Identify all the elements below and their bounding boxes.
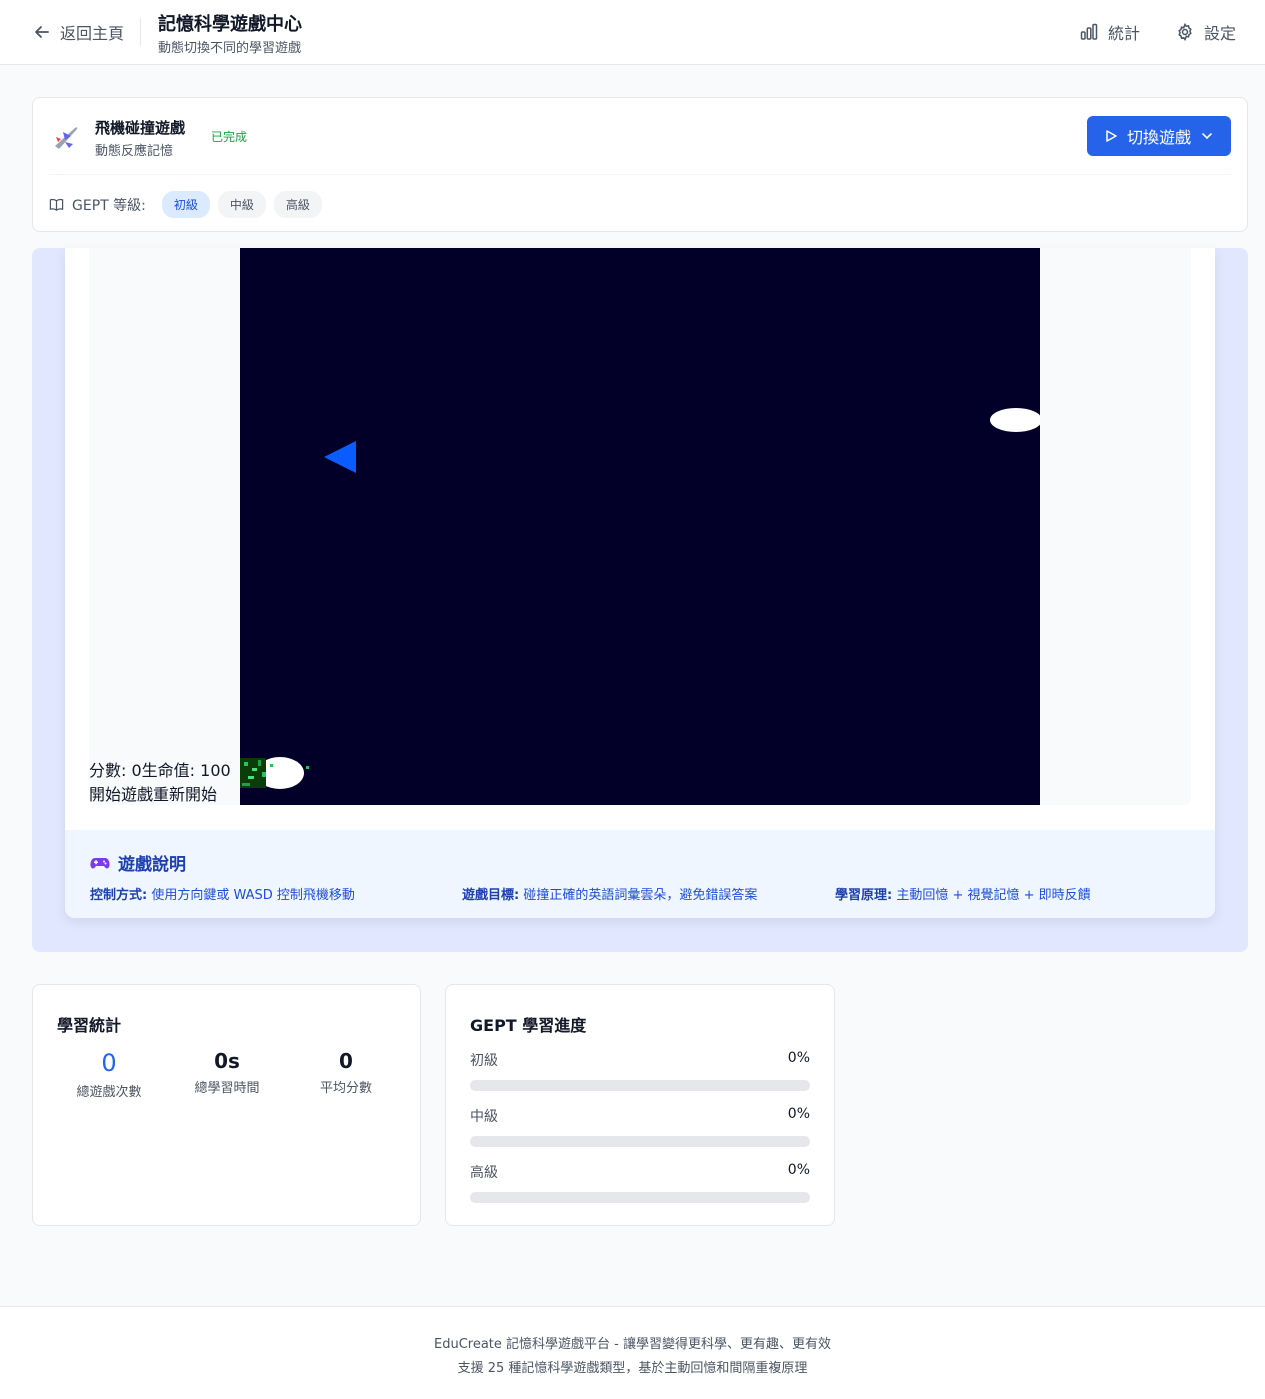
game-scene	[240, 408, 1040, 789]
header-divider	[140, 18, 141, 46]
gept-level-selector: GEPT 等級: 初級 中級 高級	[49, 191, 330, 218]
goal-text: 碰撞正確的英語詞彙雲朵，避免錯誤答案	[523, 888, 758, 903]
learning-stats-card: 學習統計 0 總遊戲次數 0s 總學習時間 0 平均分數	[32, 984, 421, 1226]
arrow-left-icon	[35, 26, 49, 38]
game-canvas[interactable]	[240, 248, 1040, 805]
stats-button[interactable]: 統計	[1080, 20, 1140, 44]
footer-description: 支援 25 種記憶科學遊戲類型，基於主動回憶和間隔重複原理	[457, 1361, 808, 1376]
principle-text: 主動回憶 + 視覺記憶 + 即時反饋	[896, 888, 1091, 903]
explosion-sprite	[240, 757, 309, 789]
stat-label: 平均分數	[319, 1081, 372, 1096]
stat-label: 總遊戲次數	[76, 1085, 142, 1100]
game-info-card: 飛機碰撞遊戲 動態反應記憶 已完成 切換遊戲 GEPT 等級: 初級 中級 高級	[32, 97, 1248, 232]
footer-tagline: EduCreate 記憶科學遊戲平台 - 讓學習變得更科學、更有趣、更有效	[434, 1337, 831, 1352]
settings-button[interactable]: 設定	[1176, 20, 1236, 44]
player-airplane	[324, 441, 356, 473]
gept-progress-title: GEPT 學習進度	[470, 1016, 587, 1035]
page-title: 記憶科學遊戲中心	[158, 14, 302, 35]
progress-row-advanced: 高級 0%	[470, 1162, 810, 1203]
level-pill-intermediate[interactable]: 中級	[217, 191, 266, 218]
card-divider	[49, 174, 1231, 175]
status-badge: 已完成	[211, 130, 248, 144]
stat-total-time: 0s 總學習時間	[172, 1049, 282, 1096]
gept-label-text: GEPT 等級:	[72, 197, 146, 214]
game-panel: 分數: 0生命值: 100 開始遊戲重新開始 遊戲說明 控制方式: 使用方向鍵或…	[65, 248, 1215, 918]
top-header: 返回主頁 記憶科學遊戲中心 動態切換不同的學習遊戲 統計 設定	[0, 0, 1265, 65]
level-pill-advanced[interactable]: 高級	[273, 191, 322, 218]
instructions-title: 遊戲說明	[90, 850, 186, 875]
progress-row-intermediate: 中級 0%	[470, 1106, 810, 1147]
progress-label: 初級	[470, 1053, 498, 1069]
progress-label: 高級	[470, 1165, 498, 1181]
gept-label: GEPT 等級:	[49, 195, 146, 215]
game-instructions: 遊戲說明 控制方式: 使用方向鍵或 WASD 控制飛機移動 遊戲目標: 碰撞正確…	[65, 830, 1215, 918]
progress-label: 中級	[470, 1109, 498, 1125]
restart-game-button[interactable]: 重新開始	[153, 785, 217, 804]
progress-percent: 0%	[787, 1162, 810, 1178]
progress-bar	[470, 1136, 810, 1147]
airplane-icon	[55, 127, 78, 149]
game-name: 飛機碰撞遊戲	[95, 119, 186, 137]
switch-game-button[interactable]: 切換遊戲	[1087, 116, 1231, 156]
game-stage: 分數: 0生命值: 100 開始遊戲重新開始	[89, 248, 1191, 805]
instruction-principle: 學習原理: 主動回憶 + 視覺記憶 + 即時反饋	[835, 884, 1091, 903]
goal-label: 遊戲目標:	[462, 888, 520, 903]
gamepad-icon	[90, 857, 110, 868]
instruction-goal: 遊戲目標: 碰撞正確的英語詞彙雲朵，避免錯誤答案	[462, 884, 757, 903]
stat-value: 0	[339, 1049, 353, 1073]
control-label: 控制方式:	[90, 888, 148, 903]
progress-bar	[470, 1192, 810, 1203]
stat-average-score: 0 平均分數	[291, 1049, 401, 1096]
chevron-down-icon	[1202, 133, 1212, 140]
stat-label: 總學習時間	[194, 1081, 260, 1096]
score-text: 分數: 0	[89, 761, 142, 780]
game-hud: 分數: 0生命值: 100 開始遊戲重新開始	[89, 759, 231, 807]
bar-chart-icon	[1080, 23, 1098, 40]
instructions-title-text: 遊戲說明	[118, 855, 186, 875]
progress-bar	[470, 1080, 810, 1091]
gear-icon	[1178, 23, 1192, 41]
control-text: 使用方向鍵或 WASD 控制飛機移動	[151, 888, 355, 903]
life-text: 生命值: 100	[141, 761, 231, 780]
switch-game-label: 切換遊戲	[1126, 128, 1191, 147]
learning-stats-title: 學習統計	[57, 1016, 122, 1035]
play-icon	[1106, 130, 1117, 142]
level-pill-beginner[interactable]: 初級	[161, 191, 210, 218]
gept-progress-card: GEPT 學習進度 初級 0% 中級 0% 高級 0%	[445, 984, 835, 1226]
stat-total-games: 0 總遊戲次數	[54, 1049, 164, 1100]
stat-value: 0s	[214, 1049, 240, 1073]
back-to-home-button[interactable]: 返回主頁	[32, 20, 124, 44]
game-area: 分數: 0生命值: 100 開始遊戲重新開始 遊戲說明 控制方式: 使用方向鍵或…	[32, 248, 1248, 952]
progress-percent: 0%	[787, 1050, 810, 1066]
stats-label: 統計	[1108, 24, 1141, 43]
progress-row-beginner: 初級 0%	[470, 1050, 810, 1091]
instruction-controls: 控制方式: 使用方向鍵或 WASD 控制飛機移動	[90, 884, 355, 903]
progress-percent: 0%	[787, 1106, 810, 1122]
page-subtitle: 動態切換不同的學習遊戲	[158, 41, 302, 56]
start-game-button[interactable]: 開始遊戲	[89, 785, 153, 804]
page-footer: EduCreate 記憶科學遊戲平台 - 讓學習變得更科學、更有趣、更有效 支援…	[0, 1306, 1265, 1399]
word-cloud	[990, 408, 1040, 432]
back-label: 返回主頁	[60, 24, 125, 43]
game-type: 動態反應記憶	[95, 144, 174, 159]
book-open-icon	[49, 198, 64, 211]
stat-value: 0	[101, 1049, 117, 1077]
principle-label: 學習原理:	[835, 888, 893, 903]
settings-label: 設定	[1204, 24, 1237, 43]
